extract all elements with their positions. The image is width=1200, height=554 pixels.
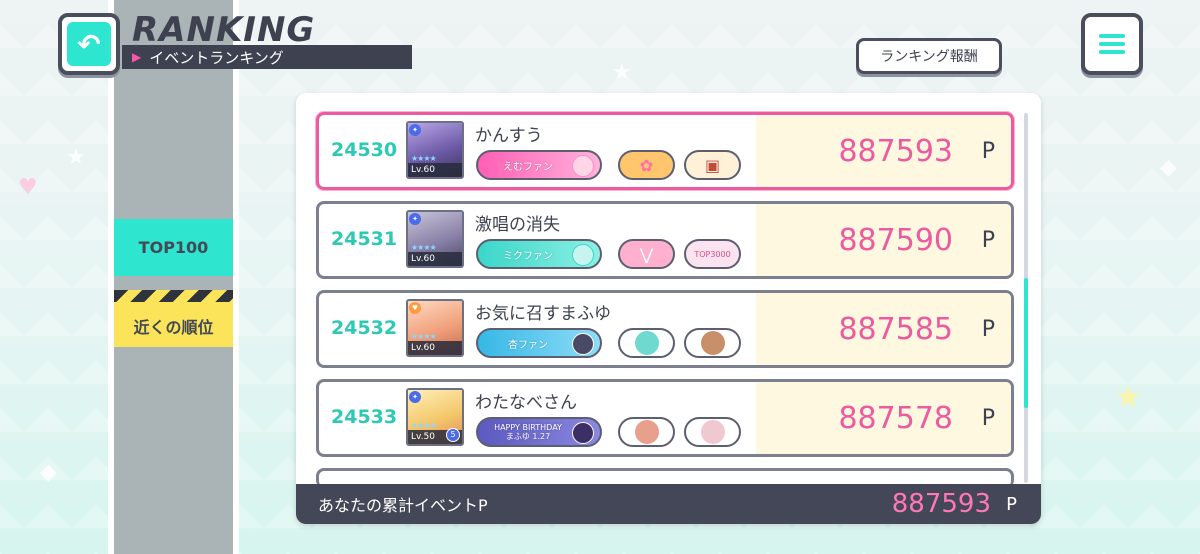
sub-honor-label: TOP3000 xyxy=(694,249,731,259)
player-name: わたなべさん xyxy=(475,393,577,413)
player-avatar[interactable]: ✦ ★★★★ Lv.60 xyxy=(406,210,464,268)
ranking-list[interactable]: 24530 ✦ ★★★★ Lv.60 かんすう えむファン ✿ ▣ 887593… xyxy=(316,112,1014,488)
stage-icon: ▣ xyxy=(704,155,721,175)
sub-honor-badge[interactable]: ⋁ xyxy=(618,239,675,269)
character-icon xyxy=(700,420,725,444)
character-icon xyxy=(634,331,659,355)
rank-number: 24530 xyxy=(331,139,398,161)
sub-honor-badge[interactable] xyxy=(684,328,741,358)
scrollbar[interactable] xyxy=(1024,113,1028,483)
total-points-unit: P xyxy=(1006,493,1017,515)
score-value: 887590 xyxy=(838,223,953,258)
sub-honor-badge[interactable] xyxy=(618,417,675,447)
diamond-decoration: ◆ xyxy=(40,460,57,485)
ranking-row[interactable]: 24530 ✦ ★★★★ Lv.60 かんすう えむファン ✿ ▣ 887593… xyxy=(316,112,1014,190)
main-honor-badge[interactable]: えむファン xyxy=(476,150,602,180)
score-value: 887585 xyxy=(838,312,953,347)
score-unit: P xyxy=(981,406,995,431)
tab-nearby-rank-label: 近くの順位 xyxy=(133,317,214,337)
main-honor-label: ミクファン xyxy=(503,250,553,262)
rarity-stars-icon: ★★★★ xyxy=(411,243,437,252)
player-name: 激唱の消失 xyxy=(475,215,560,235)
star-badge-decoration: ★ xyxy=(1115,380,1142,415)
page-subtitle: イベントランキング xyxy=(149,48,284,67)
ranking-row[interactable]: 24533 ✦ ★★★★ Lv.50 5 わたなべさん HAPPY BIRTHD… xyxy=(316,379,1014,457)
player-level: Lv.60 xyxy=(408,252,462,266)
sub-honor-badge[interactable]: ▣ xyxy=(684,150,741,180)
page-subtitle-bar: ▶ イベントランキング xyxy=(122,45,412,69)
diamond-decoration: ◆ xyxy=(1160,155,1177,180)
player-avatar[interactable]: ♥ ★★★★ Lv.60 xyxy=(406,299,464,357)
player-level: Lv.60 xyxy=(408,341,462,355)
menu-button[interactable] xyxy=(1081,13,1143,75)
rarity-stars-icon: ★★★★ xyxy=(411,154,437,163)
rank-number: 24533 xyxy=(331,406,398,428)
attribute-icon: ✦ xyxy=(409,213,421,225)
flower-icon: ✿ xyxy=(639,155,654,175)
attribute-icon: ✦ xyxy=(409,391,421,403)
total-points-footer: あなたの累計イベントP 887593 P xyxy=(296,484,1041,524)
total-points-label: あなたの累計イベントP xyxy=(318,496,488,515)
ranking-reward-label: ランキング報酬 xyxy=(880,49,978,65)
tab-nearby-rank[interactable]: 近くの順位 xyxy=(114,290,233,347)
main-honor-badge[interactable]: ミクファン xyxy=(476,239,602,269)
rank-number: 24532 xyxy=(331,317,398,339)
menu-icon xyxy=(1099,30,1125,58)
penlight-icon: ⋁ xyxy=(639,244,654,264)
attribute-icon: ♥ xyxy=(409,302,421,314)
player-level: Lv.60 xyxy=(408,163,462,177)
back-button[interactable]: ↶ xyxy=(58,13,120,75)
score-value: 887593 xyxy=(838,134,953,169)
sub-honor-badge[interactable]: TOP3000 xyxy=(684,239,741,269)
character-icon xyxy=(634,420,659,444)
main-honor-badge[interactable]: HAPPY BIRTHDAY まふゆ 1.27 xyxy=(476,417,602,447)
main-honor-label: 杏ファン xyxy=(508,339,548,351)
score-value: 887578 xyxy=(838,401,953,436)
ranking-row[interactable]: 24532 ♥ ★★★★ Lv.60 お気に召すまふゆ 杏ファン 887585 … xyxy=(316,290,1014,368)
sub-honor-badge[interactable] xyxy=(684,417,741,447)
tab-top100[interactable]: TOP100 xyxy=(114,219,233,276)
character-icon xyxy=(572,422,594,444)
ranking-panel: 24530 ✦ ★★★★ Lv.60 かんすう えむファン ✿ ▣ 887593… xyxy=(296,93,1041,524)
character-icon xyxy=(572,155,594,177)
heart-decoration: ♥ xyxy=(18,175,38,200)
character-icon xyxy=(572,333,594,355)
sidebar: TOP100 近くの順位 xyxy=(108,0,239,554)
attribute-icon: ✦ xyxy=(409,124,421,136)
rarity-stars-icon: ★★★★ xyxy=(411,421,437,430)
ranking-row[interactable]: 24531 ✦ ★★★★ Lv.60 激唱の消失 ミクファン ⋁ TOP3000… xyxy=(316,201,1014,279)
back-arrow-icon: ↶ xyxy=(67,22,111,66)
player-name: お気に召すまふゆ xyxy=(475,304,611,324)
score-unit: P xyxy=(981,139,995,164)
hazard-stripes xyxy=(114,290,233,302)
main-honor-label: えむファン xyxy=(503,161,553,173)
score-unit: P xyxy=(981,317,995,342)
player-avatar[interactable]: ✦ ★★★★ Lv.60 xyxy=(406,121,464,179)
sub-honor-badge[interactable]: ✿ xyxy=(618,150,675,180)
sub-honor-badge[interactable] xyxy=(618,328,675,358)
main-honor-label: HAPPY BIRTHDAY まふゆ 1.27 xyxy=(494,423,562,441)
page-title: RANKING xyxy=(132,10,316,50)
star-decoration: ★ xyxy=(66,145,86,170)
ranking-reward-button[interactable]: ランキング報酬 xyxy=(856,38,1002,74)
rarity-stars-icon: ★★★★ xyxy=(411,332,437,341)
total-points-value: 887593 xyxy=(891,489,991,519)
player-name: かんすう xyxy=(475,126,543,146)
rank-number: 24531 xyxy=(331,228,398,250)
star-decoration: ★ xyxy=(612,60,632,85)
master-rank-badge: 5 xyxy=(446,428,460,442)
character-icon xyxy=(700,331,725,355)
main-honor-badge[interactable]: 杏ファン xyxy=(476,328,602,358)
player-avatar[interactable]: ✦ ★★★★ Lv.50 5 xyxy=(406,388,464,446)
character-icon xyxy=(572,244,594,266)
scrollbar-thumb[interactable] xyxy=(1024,278,1028,408)
score-unit: P xyxy=(981,228,995,253)
play-triangle-icon: ▶ xyxy=(132,50,142,64)
tab-top100-label: TOP100 xyxy=(138,238,209,257)
